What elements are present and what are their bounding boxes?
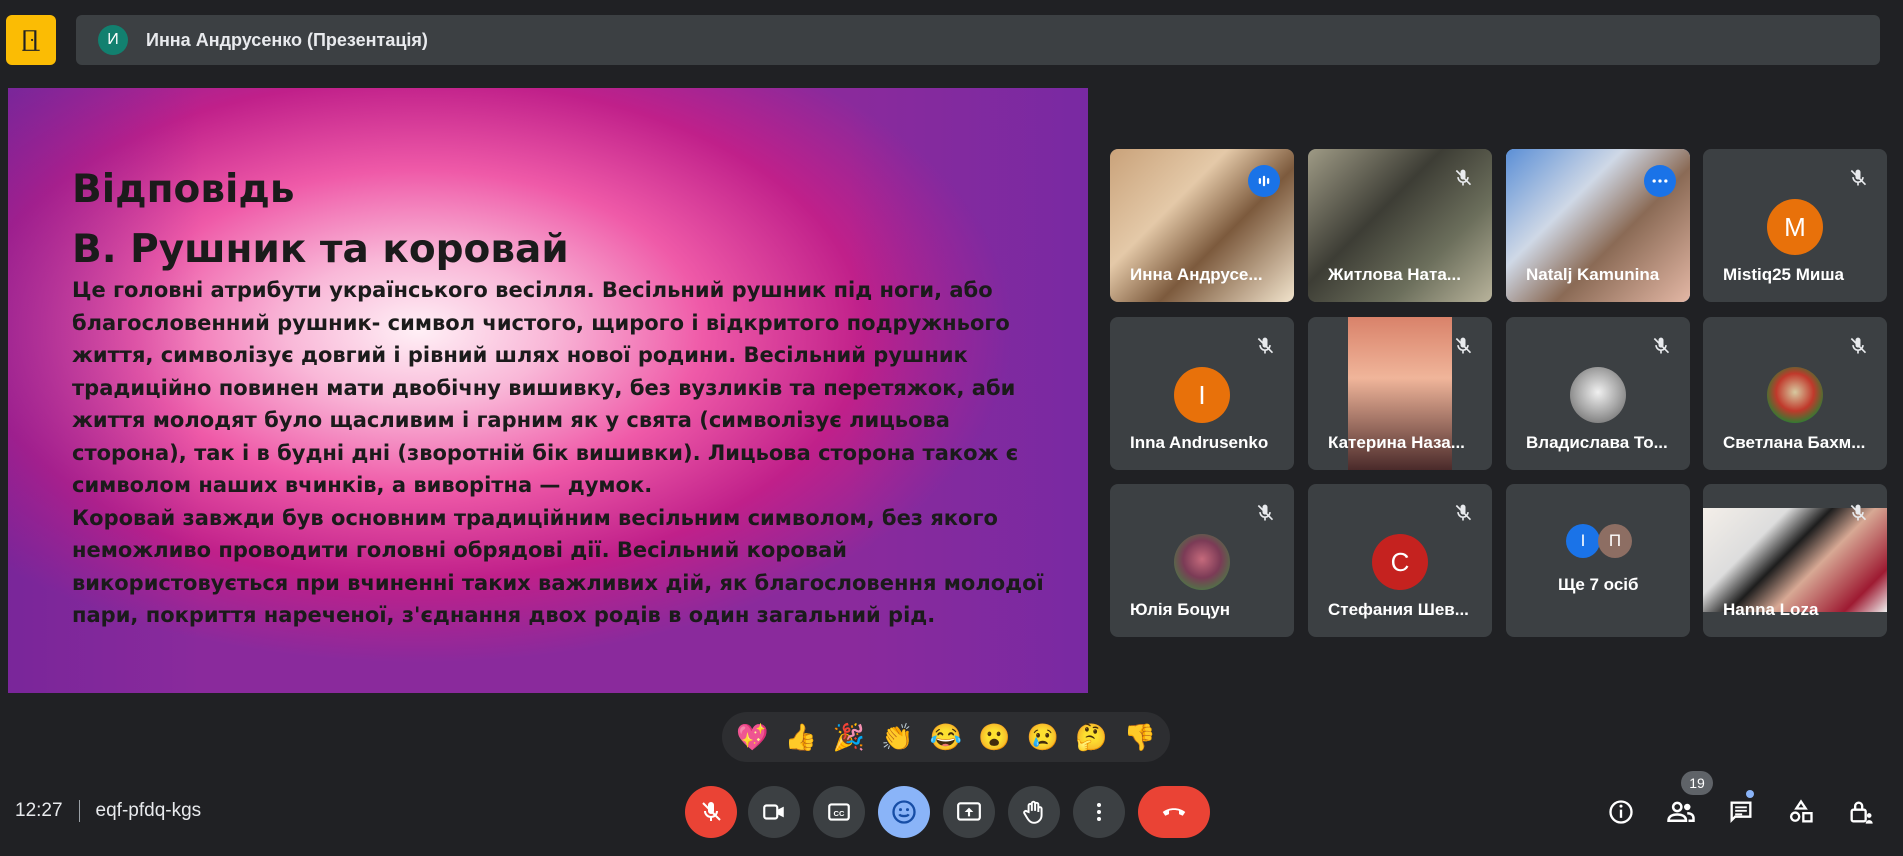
presenter-avatar: И bbox=[98, 25, 128, 55]
more-options-button[interactable] bbox=[1073, 786, 1125, 838]
participant-name: Mistiq25 Миша bbox=[1723, 265, 1844, 284]
microphone-button[interactable] bbox=[685, 786, 737, 838]
participant-tile[interactable]: Natalj Kamunina bbox=[1506, 149, 1690, 302]
hand-icon bbox=[1023, 800, 1043, 824]
present-button[interactable] bbox=[943, 786, 995, 838]
slide-heading-line1: Відповідь bbox=[72, 167, 295, 212]
meeting-info: 12:27 eqf-pfdq-kgs bbox=[15, 800, 201, 822]
slide-heading-line2: В. Рушник та коровай bbox=[72, 227, 569, 272]
reaction-emoji[interactable]: 🎉 bbox=[833, 712, 865, 762]
meeting-details-button[interactable] bbox=[1604, 795, 1638, 829]
participant-name: Инна Андрусе... bbox=[1130, 265, 1263, 284]
svg-text:CC: CC bbox=[834, 809, 845, 818]
mic-off-icon bbox=[1648, 333, 1674, 359]
info-icon bbox=[1609, 800, 1633, 824]
present-screen-icon bbox=[957, 802, 981, 821]
reaction-emoji[interactable]: 😂 bbox=[930, 712, 962, 762]
mic-off-icon bbox=[1450, 165, 1476, 191]
participant-tile[interactable]: Владислава То... bbox=[1506, 317, 1690, 470]
camera-icon bbox=[763, 804, 784, 820]
reactions-button[interactable] bbox=[878, 786, 930, 838]
participant-avatar bbox=[1767, 367, 1823, 423]
leave-call-button[interactable] bbox=[1138, 786, 1210, 838]
participant-name: Inna Andrusenko bbox=[1130, 433, 1269, 452]
reaction-emoji[interactable]: 🤔 bbox=[1075, 712, 1107, 762]
participant-avatar: П bbox=[1598, 524, 1632, 558]
participant-name: Hanna Loza bbox=[1723, 600, 1819, 619]
hangup-icon bbox=[1162, 808, 1186, 816]
participant-name: Юлія Боцун bbox=[1130, 600, 1231, 619]
participant-name: Ще 7 осіб bbox=[1558, 575, 1639, 594]
lock-person-icon bbox=[1850, 801, 1873, 824]
mic-off-icon bbox=[1252, 500, 1278, 526]
camera-button[interactable] bbox=[748, 786, 800, 838]
reaction-emoji[interactable]: 😢 bbox=[1027, 712, 1059, 762]
participant-avatar bbox=[1174, 534, 1230, 590]
smile-icon bbox=[892, 800, 916, 824]
speaking-indicator-icon bbox=[1248, 165, 1280, 197]
participant-name: Владислава То... bbox=[1526, 433, 1668, 452]
mic-off-icon bbox=[702, 802, 721, 821]
shapes-icon bbox=[1789, 799, 1813, 823]
presenter-bar: И Инна Андрусенко (Презентація) bbox=[76, 15, 1880, 65]
participant-name: Житлова Ната... bbox=[1328, 265, 1461, 284]
participant-name: Стефания Шев... bbox=[1328, 600, 1469, 619]
participant-tile[interactable]: Юлія Боцун bbox=[1110, 484, 1294, 637]
captions-icon: CC bbox=[828, 803, 850, 821]
presentation-slide: Відповідь В. Рушник та коровай Це головн… bbox=[8, 88, 1088, 693]
participant-tile[interactable]: M Mistiq25 Миша bbox=[1703, 149, 1887, 302]
participant-tile[interactable]: Светлана Бахм... bbox=[1703, 317, 1887, 470]
participant-avatar bbox=[1570, 367, 1626, 423]
slide-body: Це головні атрибути українського весілля… bbox=[72, 278, 1044, 627]
door-exit-button[interactable] bbox=[6, 15, 56, 65]
participant-tile[interactable]: Катерина Наза... bbox=[1308, 317, 1492, 470]
participant-avatar: C bbox=[1372, 534, 1428, 590]
meeting-code[interactable]: eqf-pfdq-kgs bbox=[96, 800, 202, 822]
captions-button[interactable]: CC bbox=[813, 786, 865, 838]
activities-button[interactable] bbox=[1784, 795, 1818, 829]
reaction-emoji[interactable]: 😮 bbox=[978, 712, 1010, 762]
chat-button[interactable] bbox=[1724, 795, 1758, 829]
participant-tile[interactable]: I Inna Andrusenko bbox=[1110, 317, 1294, 470]
mic-off-icon bbox=[1845, 500, 1871, 526]
mic-off-icon bbox=[1450, 333, 1476, 359]
reaction-emoji[interactable]: 👎 bbox=[1124, 712, 1156, 762]
participant-tile[interactable]: C Стефания Шев... bbox=[1308, 484, 1492, 637]
mic-off-icon bbox=[1845, 333, 1871, 359]
reactions-bar: 💖 👍 🎉 👏 😂 😮 😢 🤔 👎 bbox=[722, 712, 1170, 762]
raise-hand-button[interactable] bbox=[1008, 786, 1060, 838]
mic-off-icon bbox=[1450, 500, 1476, 526]
mic-off-icon bbox=[1845, 165, 1871, 191]
participant-tile[interactable]: I П Ще 7 осіб bbox=[1506, 484, 1690, 637]
door-icon bbox=[22, 30, 40, 51]
divider bbox=[78, 800, 80, 822]
participant-tile[interactable]: Hanna Loza bbox=[1703, 484, 1887, 637]
clock: 12:27 bbox=[15, 800, 63, 821]
participant-avatar: M bbox=[1767, 199, 1823, 255]
more-vert-icon bbox=[1097, 803, 1101, 821]
participant-name: Катерина Наза... bbox=[1328, 433, 1465, 452]
participant-name: Светлана Бахм... bbox=[1723, 433, 1866, 452]
host-controls-button[interactable] bbox=[1844, 795, 1878, 829]
more-options-icon[interactable] bbox=[1644, 165, 1676, 197]
people-icon bbox=[1667, 801, 1695, 822]
participant-avatar: I bbox=[1174, 367, 1230, 423]
mic-off-icon bbox=[1252, 333, 1278, 359]
participant-tile[interactable]: Инна Андрусе... bbox=[1110, 149, 1294, 302]
more-participants-avatars: IП bbox=[1566, 524, 1632, 558]
people-count-badge: 19 bbox=[1681, 771, 1713, 795]
participant-tile[interactable]: Житлова Ната... bbox=[1308, 149, 1492, 302]
participant-avatar: I bbox=[1566, 524, 1600, 558]
reaction-emoji[interactable]: 👏 bbox=[881, 712, 913, 762]
reaction-emoji[interactable]: 💖 bbox=[736, 712, 768, 762]
presenter-title: Инна Андрусенко (Презентація) bbox=[146, 29, 428, 50]
participant-name: Natalj Kamunina bbox=[1526, 265, 1660, 284]
chat-icon bbox=[1730, 801, 1752, 823]
slide-heading: Відповідь В. Рушник та коровай bbox=[72, 160, 569, 280]
people-button[interactable] bbox=[1664, 795, 1698, 829]
reaction-emoji[interactable]: 👍 bbox=[784, 712, 816, 762]
